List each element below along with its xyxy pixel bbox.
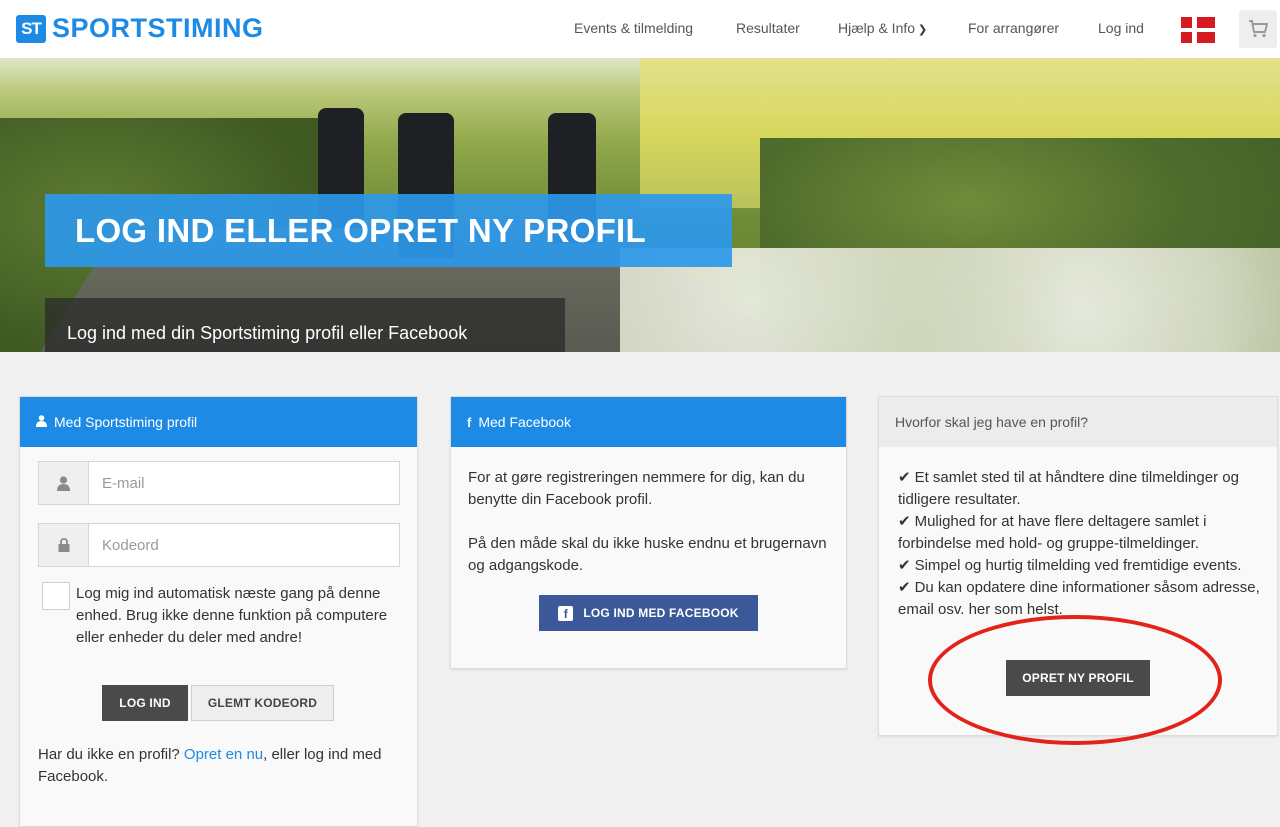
benefit-text: Du kan opdatere dine informationer såsom… [898,579,1260,618]
lock-icon [39,524,89,566]
check-icon: ✔ [898,579,911,596]
nav-organizers[interactable]: For arrangører [968,20,1059,36]
hero-title: LOG IND ELLER OPRET NY PROFIL [45,194,732,267]
facebook-text-paragraph-2: På den måde skal du ikke huske endnu et … [468,535,827,574]
benefit-text: Simpel og hurtig tilmelding ved fremtidi… [914,557,1242,574]
sportstiming-logo[interactable]: ST SPORTSTIMING [16,13,264,44]
facebook-panel-title: Med Facebook [478,414,571,430]
benefit-item: ✔ Mulighed for at have flere deltagere sa… [898,511,1268,555]
login-button[interactable]: LOG IND [102,685,188,721]
user-icon [39,462,89,504]
shopping-cart-icon[interactable] [1239,10,1277,48]
benefit-text: Mulighed for at have flere deltagere sam… [898,513,1207,552]
nav-help-info[interactable]: Hjælp & Info ❯ [838,20,927,36]
nav-help-label: Hjælp & Info [838,20,916,36]
no-profile-prefix: Har du ikke en profil? [38,746,184,763]
check-icon: ✔ [898,557,911,574]
nav-login[interactable]: Log ind [1098,20,1144,36]
facebook-text-paragraph-1: For at gøre registreringen nemmere for d… [468,469,805,508]
hero-subtitle: Log ind med din Sportstiming profil elle… [45,298,565,352]
facebook-panel-text: For at gøre registreringen nemmere for d… [468,467,830,577]
facebook-panel-header: f Med Facebook [451,397,846,447]
facebook-login-button[interactable]: f LOG IND MED FACEBOOK [539,595,758,631]
password-input[interactable] [89,524,399,566]
no-profile-text: Har du ikke en profil? Opret en nu, elle… [38,744,398,788]
cart-glyph [1249,20,1268,38]
logo-badge: ST [16,14,46,43]
nav-events[interactable]: Events & tilmelding [574,20,693,36]
profile-benefits-list: ✔ Et samlet sted til at håndtere dine til… [898,467,1268,621]
login-panel-header: Med Sportstiming profil [20,397,417,447]
top-navigation-bar: ST SPORTSTIMING Events & tilmelding Resu… [0,0,1280,58]
login-panel-title: Med Sportstiming profil [54,414,198,430]
highlight-circle-annotation [928,615,1222,745]
facebook-login-panel: f Med Facebook For at gøre registreringe… [450,396,847,669]
email-field[interactable] [38,461,400,505]
check-icon: ✔ [898,469,911,486]
email-input[interactable] [89,462,399,504]
benefit-item: ✔ Simpel og hurtig tilmelding ved fremtid… [898,555,1268,577]
logo-text: SPORTSTIMING [52,13,264,43]
benefit-item: ✔ Et samlet sted til at håndtere dine til… [898,467,1268,511]
benefit-text: Et samlet sted til at håndtere dine tilm… [898,469,1239,508]
password-field[interactable] [38,523,400,567]
chevron-down-icon: ❯ [918,24,928,36]
why-profile-header: Hvorfor skal jeg have en profil? [879,397,1277,447]
denmark-flag-icon[interactable] [1181,17,1215,43]
facebook-icon: f [558,605,574,621]
user-icon [36,414,47,430]
sportstiming-login-panel: Med Sportstiming profil Log mig ind auto… [19,396,418,827]
hero-banner: LOG IND ELLER OPRET NY PROFIL Log ind me… [0,58,1280,352]
remember-me-label: Log mig ind automatisk næste gang på den… [76,585,388,646]
check-icon: ✔ [898,513,911,530]
create-profile-link[interactable]: Opret en nu [184,746,263,763]
remember-me-checkbox[interactable] [42,582,70,610]
facebook-login-button-label: LOG IND MED FACEBOOK [583,606,739,620]
nav-results[interactable]: Resultater [736,20,800,36]
forgot-password-button[interactable]: GLEMT KODEORD [191,685,334,721]
facebook-icon: f [467,414,472,430]
